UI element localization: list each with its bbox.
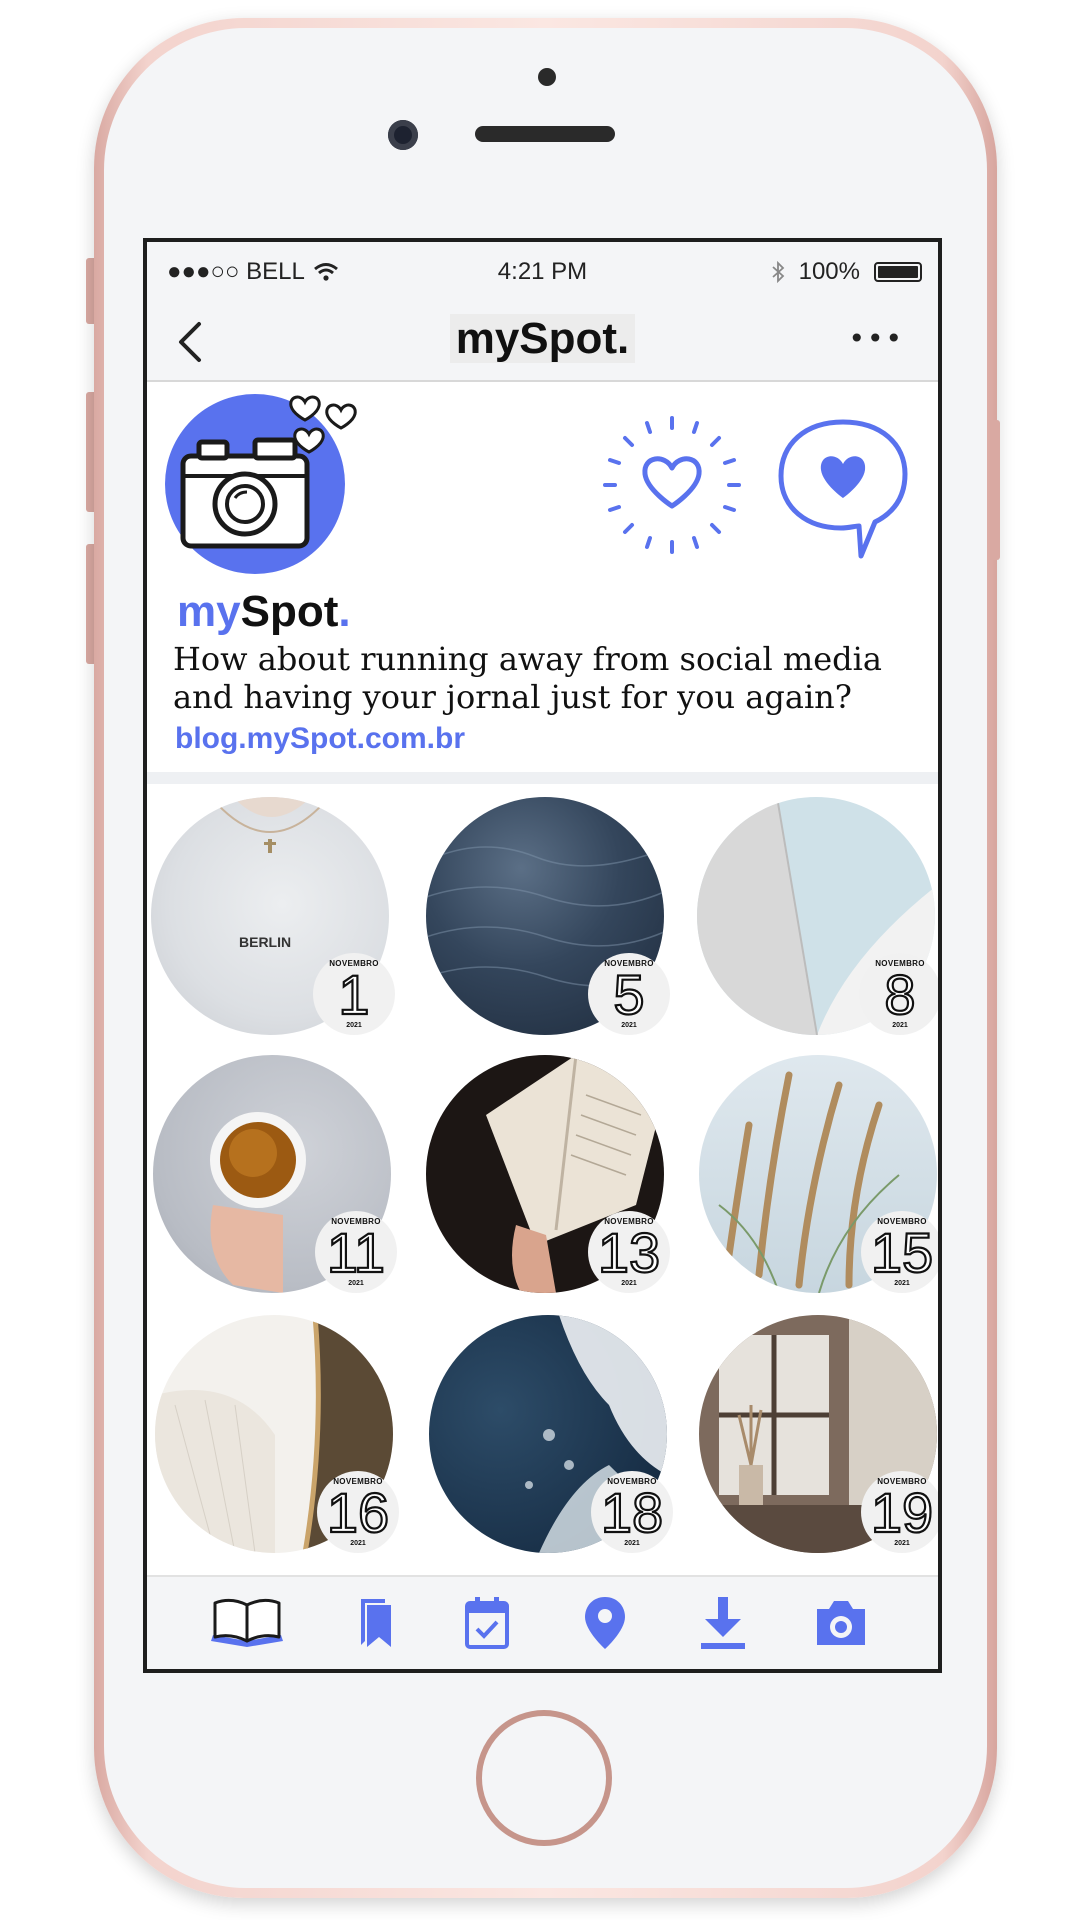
camera-icon[interactable] [811, 1595, 871, 1651]
date-badge: NOVEMBRO 8 2021 [859, 953, 938, 1035]
front-camera [388, 120, 418, 150]
date-day: 16 [326, 1481, 390, 1544]
post-item[interactable]: BERLIN NOVEMBRO 1 2021 [151, 797, 395, 1035]
date-day: 11 [326, 1221, 386, 1284]
date-badge: NOVEMBRO 11 2021 [315, 1211, 397, 1293]
battery-icon [874, 262, 922, 282]
calendar-icon[interactable] [457, 1595, 517, 1651]
date-year: 2021 [892, 1022, 908, 1029]
date-badge: NOVEMBRO 19 2021 [861, 1471, 938, 1553]
date-day: 18 [600, 1481, 664, 1544]
book-icon[interactable] [207, 1595, 287, 1651]
page-title: mySpot. [147, 314, 938, 364]
date-badge: NOVEMBRO 5 2021 [588, 953, 670, 1035]
post-item[interactable]: NOVEMBRO 19 2021 [699, 1315, 938, 1553]
bookmark-icon[interactable] [347, 1595, 407, 1651]
section-divider [147, 772, 938, 784]
date-badge: NOVEMBRO 15 2021 [861, 1211, 938, 1293]
post-item[interactable]: NOVEMBRO 13 2021 [426, 1055, 670, 1293]
date-day: 19 [870, 1481, 934, 1544]
page-title-text: mySpot. [449, 314, 636, 363]
brand-spot: Spot [240, 587, 339, 636]
post-item[interactable]: NOVEMBRO 5 2021 [426, 797, 670, 1035]
date-year: 2021 [621, 1022, 637, 1029]
bluetooth-icon [772, 260, 784, 284]
date-day: 8 [883, 963, 916, 1026]
date-day: 1 [337, 963, 370, 1026]
status-right: 100% [771, 258, 922, 286]
app-screen: ●●●○○ BELL 4:21 PM 100% mySpot. ••• mySp… [143, 238, 942, 1673]
date-year: 2021 [346, 1022, 362, 1029]
date-day: 15 [870, 1221, 934, 1284]
location-pin-icon[interactable] [575, 1595, 635, 1651]
svg-text:BERLIN: BERLIN [239, 934, 291, 950]
profile-name: mySpot. [177, 587, 351, 637]
profile-bio: How about running away from social media… [173, 640, 882, 716]
phone-power-button [990, 420, 1000, 560]
date-badge: NOVEMBRO 16 2021 [317, 1471, 399, 1553]
heart-message-icon[interactable] [775, 416, 911, 566]
post-item[interactable]: NOVEMBRO 16 2021 [155, 1315, 399, 1553]
date-day: 13 [597, 1221, 661, 1284]
post-item[interactable]: NOVEMBRO 11 2021 [153, 1055, 397, 1293]
battery-label: 100% [798, 258, 860, 285]
earpiece-speaker [475, 126, 615, 142]
post-item[interactable]: NOVEMBRO 15 2021 [699, 1055, 938, 1293]
download-icon[interactable] [693, 1595, 753, 1651]
post-item[interactable]: NOVEMBRO 18 2021 [429, 1315, 673, 1553]
date-badge: NOVEMBRO 18 2021 [591, 1471, 673, 1553]
ellipsis-icon[interactable]: ••• [848, 325, 904, 353]
home-button[interactable] [476, 1710, 612, 1846]
date-badge: NOVEMBRO 13 2021 [588, 1211, 670, 1293]
proximity-sensor [538, 68, 556, 86]
tab-bar [147, 1575, 938, 1669]
post-item[interactable]: NOVEMBRO 8 2021 [697, 797, 938, 1035]
nav-bar: mySpot. ••• [147, 300, 938, 382]
date-day: 5 [612, 963, 645, 1026]
profile-link[interactable]: blog.mySpot.com.br [175, 722, 465, 756]
date-badge: NOVEMBRO 1 2021 [313, 953, 395, 1035]
status-bar: ●●●○○ BELL 4:21 PM 100% [147, 242, 938, 300]
brand-dot: . [338, 587, 351, 636]
brand-my: my [177, 587, 241, 636]
hearts-icon [289, 395, 357, 454]
like-heart-icon[interactable] [597, 410, 747, 560]
